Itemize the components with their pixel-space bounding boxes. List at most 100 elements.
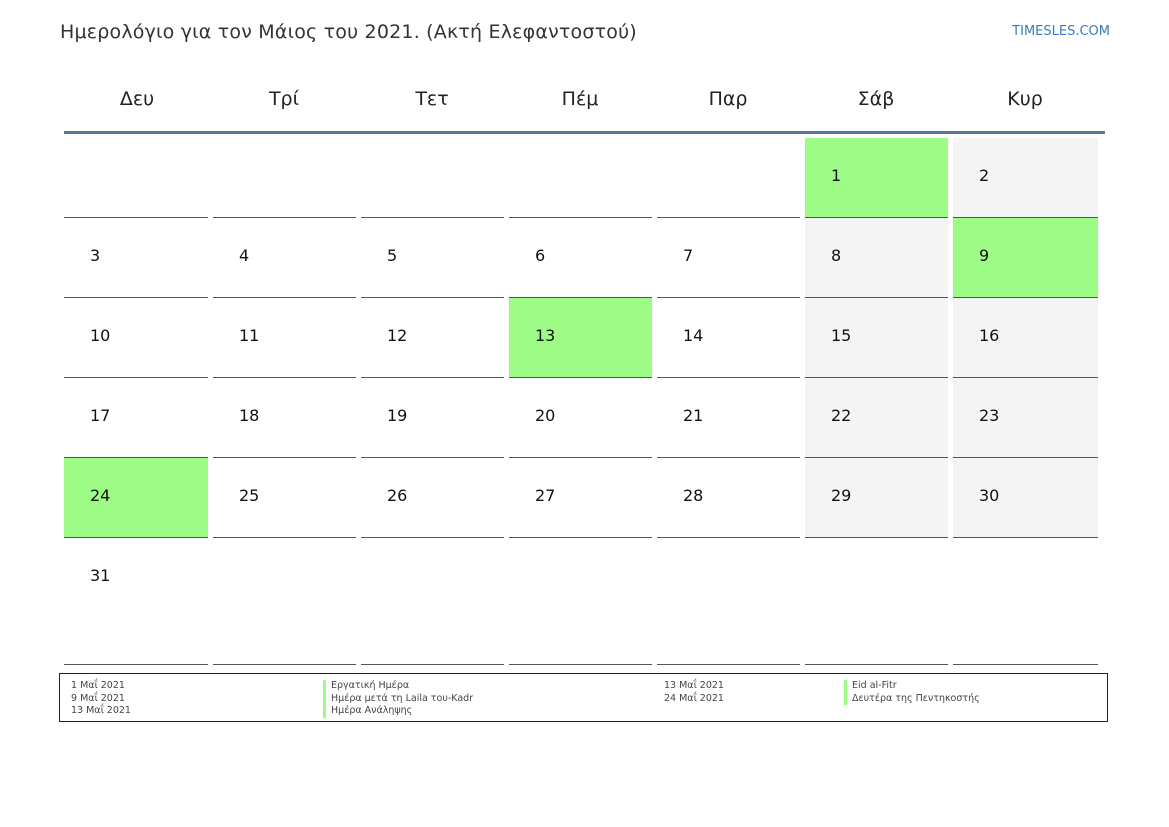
- day-cell[interactable]: 3: [64, 218, 208, 298]
- day-cell[interactable]: 2: [953, 138, 1098, 218]
- legend-names-right: Eid al-Fitr Δευτέρα της Πεντηκοστής: [844, 680, 980, 705]
- day-cell[interactable]: 14: [657, 298, 800, 378]
- day-number: 18: [239, 406, 260, 425]
- day-number: 2: [979, 166, 990, 185]
- day-number: 9: [979, 246, 990, 265]
- day-number: 27: [535, 486, 556, 505]
- day-number: 3: [90, 246, 101, 265]
- day-number: 1: [831, 166, 842, 185]
- day-number: 28: [683, 486, 704, 505]
- page-title: Ημερολόγιο για τον Μάιος του 2021. (Ακτή…: [60, 21, 637, 43]
- day-number: 19: [387, 406, 408, 425]
- day-number: 31: [90, 566, 111, 585]
- day-cell[interactable]: 21: [657, 378, 800, 458]
- weekday-mon: Δευ: [119, 88, 155, 110]
- day-cell[interactable]: 11: [213, 298, 356, 378]
- day-cell[interactable]: 15: [805, 298, 948, 378]
- empty-day-cell: [953, 538, 1098, 665]
- day-number: 23: [979, 406, 1000, 425]
- day-number: 11: [239, 326, 260, 345]
- day-number: 30: [979, 486, 1000, 505]
- day-number: 17: [90, 406, 111, 425]
- day-cell[interactable]: 13: [509, 298, 652, 378]
- day-cell[interactable]: 23: [953, 378, 1098, 458]
- legend-date: 13 Μαΐ 2021: [71, 705, 131, 716]
- day-cell[interactable]: 29: [805, 458, 948, 538]
- day-cell[interactable]: 20: [509, 378, 652, 458]
- empty-day-cell: [509, 138, 652, 218]
- day-cell[interactable]: 30: [953, 458, 1098, 538]
- legend-date: 24 Μαΐ 2021: [664, 692, 724, 704]
- day-cell[interactable]: 1: [805, 138, 948, 218]
- empty-day-cell: [361, 538, 504, 665]
- empty-day-cell: [213, 538, 356, 665]
- day-number: 25: [239, 486, 260, 505]
- legend-holiday-name: Δευτέρα της Πεντηκοστής: [844, 692, 980, 705]
- day-number: 10: [90, 326, 111, 345]
- day-cell[interactable]: 28: [657, 458, 800, 538]
- day-number: 6: [535, 246, 546, 265]
- day-number: 8: [831, 246, 842, 265]
- holiday-legend: 1 Μαΐ 2021 9 Μαΐ 2021 13 Μαΐ 2021 Εργατι…: [59, 673, 1108, 722]
- day-number: 21: [683, 406, 704, 425]
- weekday-wed: Τετ: [415, 88, 449, 110]
- day-cell[interactable]: 17: [64, 378, 208, 458]
- day-cell[interactable]: 18: [213, 378, 356, 458]
- weekday-sun: Κυρ: [1007, 88, 1043, 110]
- day-cell[interactable]: 12: [361, 298, 504, 378]
- legend-date: 9 Μαΐ 2021: [71, 692, 125, 704]
- day-cell[interactable]: 6: [509, 218, 652, 298]
- legend-date: 13 Μαΐ 2021: [664, 680, 724, 691]
- day-cell[interactable]: 25: [213, 458, 356, 538]
- day-number: 16: [979, 326, 1000, 345]
- empty-day-cell: [509, 538, 652, 665]
- day-number: 4: [239, 246, 250, 265]
- day-number: 12: [387, 326, 408, 345]
- weekday-thu: Πέμ: [561, 88, 599, 110]
- empty-day-cell: [213, 138, 356, 218]
- legend-dates-left: 1 Μαΐ 2021 9 Μαΐ 2021 13 Μαΐ 2021: [71, 680, 131, 718]
- day-cell[interactable]: 16: [953, 298, 1098, 378]
- day-number: 26: [387, 486, 408, 505]
- day-cell[interactable]: 8: [805, 218, 948, 298]
- day-number: 14: [683, 326, 704, 345]
- weekday-fri: Παρ: [708, 88, 748, 110]
- day-cell[interactable]: 9: [953, 218, 1098, 298]
- legend-date: 1 Μαΐ 2021: [71, 680, 125, 691]
- legend-holiday-name: Εργατική Ημέρα: [323, 680, 473, 693]
- day-grid: 1 2 3 4 5 6 7 8 9 10 11 12 13 14 15 16 17 18 19 20 21 22 23 24 2…: [64, 138, 1105, 665]
- day-cell[interactable]: 27: [509, 458, 652, 538]
- day-number: 22: [831, 406, 852, 425]
- empty-day-cell: [657, 138, 800, 218]
- day-cell[interactable]: 26: [361, 458, 504, 538]
- legend-holiday-name: Ημέρα μετά τη Laila του-Kadr: [323, 692, 473, 705]
- day-number: 13: [535, 326, 556, 345]
- empty-day-cell: [657, 538, 800, 665]
- weekday-sat: Σάβ: [857, 88, 895, 110]
- calendar: Δευ Τρί Τετ Πέμ Παρ Σάβ Κυρ 1 2 3 4 5 6 7 8 9 10 1…: [64, 72, 1105, 665]
- weekday-tue: Τρί: [268, 88, 300, 110]
- day-cell[interactable]: 31: [64, 538, 208, 665]
- day-number: 20: [535, 406, 556, 425]
- day-cell[interactable]: 19: [361, 378, 504, 458]
- weekday-header: Δευ Τρί Τετ Πέμ Παρ Σάβ Κυρ: [64, 72, 1105, 134]
- empty-day-cell: [361, 138, 504, 218]
- day-number: 5: [387, 246, 398, 265]
- brand-link[interactable]: TIMESLES.COM: [1012, 24, 1110, 39]
- legend-dates-right: 13 Μαΐ 2021 24 Μαΐ 2021: [664, 680, 724, 705]
- day-cell[interactable]: 22: [805, 378, 948, 458]
- legend-holiday-name: Eid al-Fitr: [844, 680, 980, 693]
- legend-holiday-name: Ημέρα Ανάληψης: [323, 705, 473, 718]
- day-cell[interactable]: 7: [657, 218, 800, 298]
- day-cell[interactable]: 5: [361, 218, 504, 298]
- day-cell[interactable]: 24: [64, 458, 208, 538]
- day-cell[interactable]: 10: [64, 298, 208, 378]
- day-number: 24: [90, 486, 111, 505]
- legend-names-left: Εργατική Ημέρα Ημέρα μετά τη Laila του-K…: [323, 680, 473, 718]
- empty-day-cell: [805, 538, 948, 665]
- day-number: 15: [831, 326, 852, 345]
- empty-day-cell: [64, 138, 208, 218]
- day-number: 7: [683, 246, 694, 265]
- day-number: 29: [831, 486, 852, 505]
- day-cell[interactable]: 4: [213, 218, 356, 298]
